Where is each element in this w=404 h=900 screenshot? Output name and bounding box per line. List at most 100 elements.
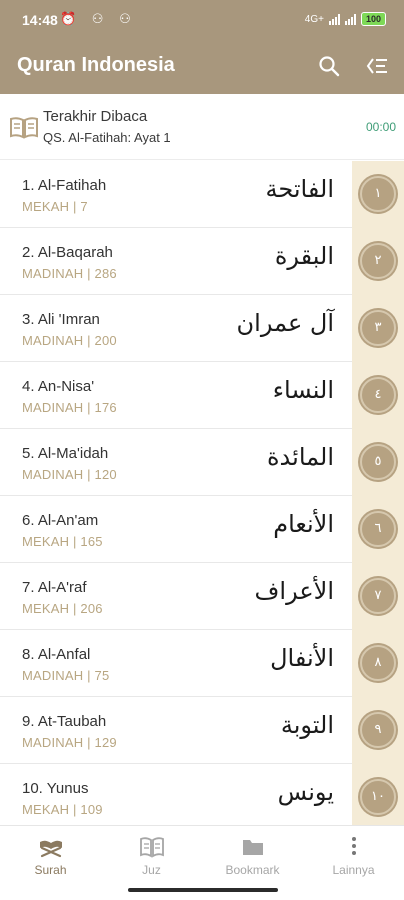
surah-number: ٩ [374,722,382,737]
quran-stand-icon [40,840,62,858]
surah-number-column: ٦ [352,496,404,563]
nav-label: Lainnya [332,863,375,877]
surah-info: MEKAH | 206 [22,601,103,616]
surah-row-8[interactable]: 8. Al-Anfal MADINAH | 75 الأنفال ٨ [0,630,404,697]
last-read-title: Terakhir Dibaca [43,108,148,125]
surah-arabic-name: يونس [277,778,334,806]
surah-number-badge: ١ [360,176,396,212]
search-icon[interactable] [316,53,342,79]
more-vertical-icon [352,837,356,855]
surah-info: MADINAH | 75 [22,668,110,683]
last-read-subtitle: QS. Al-Fatihah: Ayat 1 [43,130,171,145]
surah-row-3[interactable]: 3. Ali 'Imran MADINAH | 200 آل عمران ٣ [0,295,404,362]
surah-name: 3. Ali 'Imran [22,311,100,328]
surah-row-6[interactable]: 6. Al-An'am MEKAH | 165 الأنعام ٦ [0,496,404,563]
surah-row-2[interactable]: 2. Al-Baqarah MADINAH | 286 البقرة ٢ [0,228,404,295]
surah-info: MADINAH | 286 [22,266,117,281]
surah-number: ٣ [374,320,382,335]
surah-name: 5. Al-Ma'idah [22,445,109,462]
surah-name: 7. Al-A'raf [22,579,87,596]
surah-number: ٨ [374,655,382,670]
surah-info: MADINAH | 176 [22,400,117,415]
surah-arabic-name: النساء [272,376,334,404]
surah-number: ١٠ [371,789,385,804]
signal-icon-2 [344,13,356,25]
surah-list[interactable]: 1. Al-Fatihah MEKAH | 7 الفاتحة ١ 2. Al-… [0,161,404,825]
open-book-icon [10,117,38,139]
folder-icon [243,840,263,855]
surah-arabic-name: المائدة [266,443,334,471]
surah-name: 2. Al-Baqarah [22,244,113,261]
surah-info: MADINAH | 129 [22,735,117,750]
surah-number-badge: ٦ [360,511,396,547]
surah-arabic-name: الأنفال [270,644,334,672]
nav-label: Surah [34,863,67,877]
network-label: 4G+ [304,13,324,25]
sort-icon[interactable] [364,53,390,79]
surah-number: ٧ [374,588,382,603]
surah-name: 9. At-Taubah [22,713,107,730]
notification-icons: ⏰ ⚇ ⚇ [60,11,137,26]
surah-row-9[interactable]: 9. At-Taubah MADINAH | 129 التوبة ٩ [0,697,404,764]
nav-label: Juz [142,863,161,877]
surah-row-10[interactable]: 10. Yunus MEKAH | 109 يونس ١٠ [0,764,404,825]
surah-number-badge: ٥ [360,444,396,480]
surah-number-badge: ٣ [360,310,396,346]
status-bar: 14:48 ⏰ ⚇ ⚇ 4G+ 100 [0,0,404,38]
nav-surah[interactable]: Surah [0,826,101,884]
surah-number-column: ٩ [352,697,404,764]
status-right: 4G+ 100 [305,12,386,26]
book-icon [140,837,164,858]
battery-icon: 100 [360,12,386,26]
surah-arabic-name: التوبة [280,711,334,739]
last-read-time: 00:00 [365,120,396,134]
surah-info: MEKAH | 165 [22,534,103,549]
surah-number: ٢ [374,253,382,268]
signal-icon [328,13,340,25]
surah-name: 8. Al-Anfal [22,646,91,663]
surah-number-badge: ٤ [360,377,396,413]
nav-bookmark[interactable]: Bookmark [202,826,303,884]
surah-info: MEKAH | 7 [22,199,88,214]
surah-number-badge: ١٠ [360,779,396,815]
surah-number-column: ٤ [352,362,404,429]
surah-number-badge: ٩ [360,712,396,748]
surah-row-1[interactable]: 1. Al-Fatihah MEKAH | 7 الفاتحة ١ [0,161,404,228]
gesture-handle[interactable] [128,888,278,892]
surah-number-column: ١ [352,161,404,228]
surah-arabic-name: آل عمران [236,309,334,337]
last-read-card[interactable]: Terakhir Dibaca QS. Al-Fatihah: Ayat 1 0… [0,94,404,160]
surah-arabic-name: الأعراف [254,577,334,605]
surah-number-column: ٥ [352,429,404,496]
surah-number-column: ٧ [352,563,404,630]
surah-row-5[interactable]: 5. Al-Ma'idah MADINAH | 120 المائدة ٥ [0,429,404,496]
bottom-navigation: Surah Juz Bookmark Lainnya [0,825,404,883]
surah-name: 6. Al-An'am [22,512,99,529]
nav-label: Bookmark [225,863,280,877]
surah-name: 1. Al-Fatihah [22,177,107,194]
surah-number: ١ [374,186,382,201]
surah-row-7[interactable]: 7. Al-A'raf MEKAH | 206 الأعراف ٧ [0,563,404,630]
surah-row-4[interactable]: 4. An-Nisa' MADINAH | 176 النساء ٤ [0,362,404,429]
surah-arabic-name: الأنعام [273,510,334,538]
surah-number-badge: ٧ [360,578,396,614]
status-time: 14:48 [22,12,58,28]
nav-juz[interactable]: Juz [101,826,202,884]
surah-number-badge: ٨ [360,645,396,681]
surah-info: MADINAH | 200 [22,333,117,348]
surah-number-badge: ٢ [360,243,396,279]
surah-arabic-name: البقرة [274,242,334,270]
surah-number-column: ١٠ [352,764,404,825]
app-bar: Quran Indonesia [0,38,404,94]
surah-number: ٦ [374,521,382,536]
surah-number-column: ٨ [352,630,404,697]
nav-lainnya[interactable]: Lainnya [303,826,404,884]
surah-arabic-name: الفاتحة [265,175,334,203]
surah-name: 4. An-Nisa' [22,378,95,395]
app-title: Quran Indonesia [17,54,175,76]
surah-number: ٥ [374,454,382,469]
surah-number-column: ٢ [352,228,404,295]
surah-name: 10. Yunus [22,780,89,797]
surah-number: ٤ [374,387,382,402]
surah-info: MEKAH | 109 [22,802,103,817]
